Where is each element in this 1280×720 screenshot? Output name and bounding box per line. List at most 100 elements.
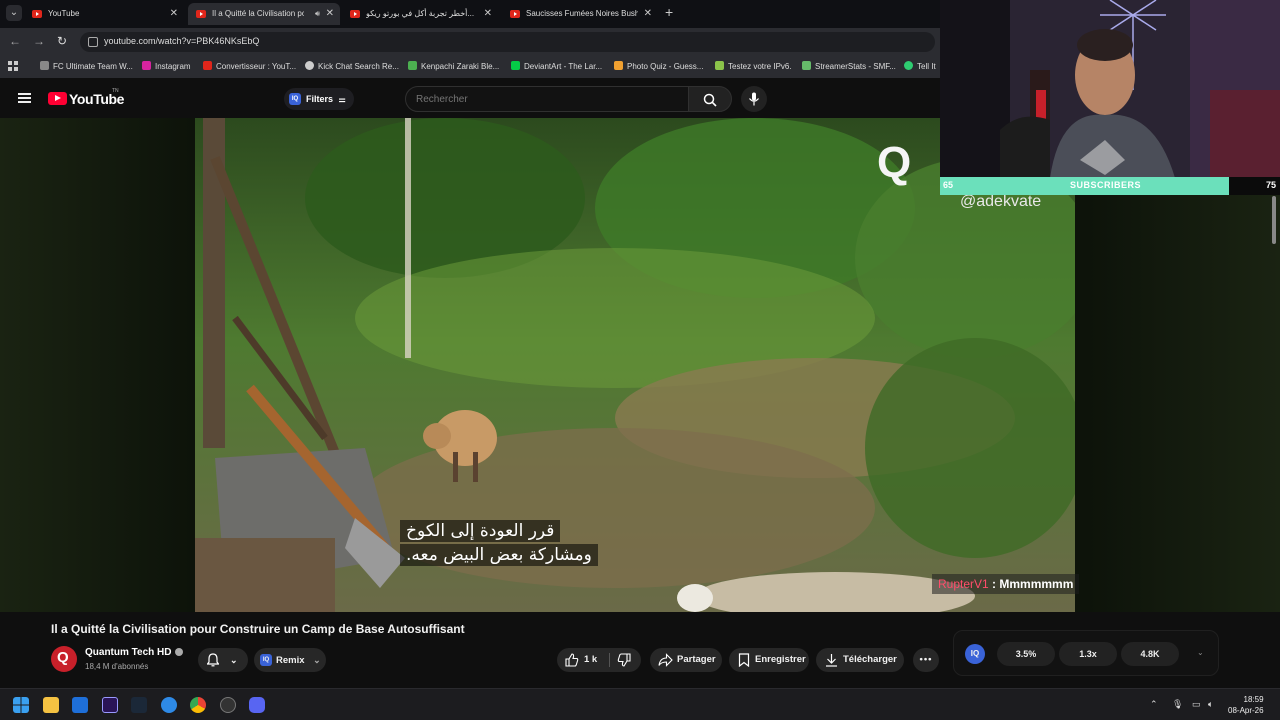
chrome-icon[interactable]: [190, 697, 206, 713]
subscriber-goal-start: 65: [943, 180, 954, 190]
bookmark-label: Convertisseur : YouT...: [216, 62, 297, 71]
chevron-down-icon[interactable]: ⌄: [1197, 648, 1204, 657]
outlook-icon[interactable]: [72, 697, 88, 713]
download-button[interactable]: Télécharger: [816, 648, 904, 672]
thumbs-down-icon[interactable]: [617, 653, 631, 667]
filters-button[interactable]: IQ Filters ⚌: [284, 88, 354, 110]
network-icon[interactable]: ▭: [1192, 699, 1201, 710]
chevron-down-icon: ⌄: [230, 655, 238, 665]
bookmark-label: Photo Quiz - Guess...: [627, 62, 704, 71]
browser-tab-bar: ⌄ YouTube ✕ Il a Quitté la Civilisation …: [0, 0, 940, 28]
close-tab-icon[interactable]: ✕: [484, 3, 492, 25]
verified-badge-icon: [175, 648, 183, 656]
tab-arabic-video[interactable]: أخطر تجربة أكل في بورتو ريكو... ✕: [342, 3, 498, 25]
premiere-pro-icon[interactable]: [102, 697, 118, 713]
like-dislike-group: 1 k: [557, 648, 641, 672]
menu-icon[interactable]: [18, 93, 31, 103]
remix-button[interactable]: IQ Remix ⌄: [254, 648, 326, 672]
channel-avatar[interactable]: [51, 646, 77, 672]
clock-date: 08-Apr-26: [1228, 706, 1264, 715]
deviantart-icon: [511, 61, 520, 70]
more-actions-button[interactable]: •••: [913, 648, 939, 672]
back-arrow-icon[interactable]: ←: [9, 34, 21, 48]
thumbs-up-icon[interactable]: [565, 653, 579, 667]
bookmark-item[interactable]: Kick Chat Search Re...: [305, 61, 399, 71]
bookmarks-bar: FC Ultimate Team W... Instagram Converti…: [0, 56, 940, 78]
close-tab-icon[interactable]: ✕: [326, 3, 334, 25]
bookmark-item[interactable]: Instagram: [142, 61, 191, 71]
tab-current-video[interactable]: Il a Quitté la Civilisation po 🔊︎ ✕: [188, 3, 340, 25]
close-tab-icon[interactable]: ✕: [170, 3, 178, 25]
bell-icon: [207, 653, 219, 667]
tab-search-chevron-icon[interactable]: ⌄: [6, 5, 22, 21]
channel-subscriber-count: 18,4 M d'abonnés: [85, 662, 149, 671]
video-watermark: @adekvate: [960, 193, 1042, 210]
bookmark-item[interactable]: DeviantArt - The Lar...: [511, 61, 602, 71]
forward-arrow-icon[interactable]: →: [33, 34, 45, 48]
site-info-icon[interactable]: [88, 37, 98, 47]
bookmark-favicon-icon: [203, 61, 212, 70]
tab-title: Il a Quitté la Civilisation po: [212, 9, 304, 18]
bookmark-favicon-icon: [40, 61, 49, 70]
apps-grid-icon[interactable]: [8, 61, 19, 72]
youtube-logo-icon[interactable]: [48, 92, 67, 105]
file-explorer-icon[interactable]: [43, 697, 59, 713]
system-clock[interactable]: 18:59 08-Apr-26: [1228, 694, 1264, 716]
chat-username: RupterV1: [938, 577, 989, 591]
search-input[interactable]: [405, 86, 689, 112]
search-icon: [703, 93, 717, 107]
video-captions: قرر العودة إلى الكوخ ومشاركة بعض البيض م…: [400, 520, 598, 568]
bookmark-label: FC Ultimate Team W...: [53, 62, 133, 71]
bookmark-item[interactable]: FC Ultimate Team W...: [40, 61, 133, 71]
bookmark-item[interactable]: Photo Quiz - Guess...: [614, 61, 703, 71]
tab-saucisses-video[interactable]: Saucisses Fumées Noires Bushi ✕: [502, 3, 658, 25]
bookmark-item[interactable]: Convertisseur : YouT...: [203, 61, 296, 71]
share-label: Partager: [677, 654, 716, 665]
bookmark-item[interactable]: StreamerStats - SMF...: [802, 61, 896, 71]
steam-icon[interactable]: [131, 697, 147, 713]
windows-start-icon[interactable]: [13, 697, 29, 713]
share-arrow-icon: [658, 653, 673, 667]
chevron-up-icon[interactable]: ⌃: [1150, 699, 1158, 710]
microphone-tray-icon[interactable]: 🎙︎: [1172, 699, 1183, 710]
chat-message-text: Mmmmmmm: [999, 577, 1074, 591]
bookmark-item[interactable]: Tell It: [904, 61, 936, 71]
tab-youtube[interactable]: YouTube ✕: [24, 3, 184, 25]
bookmark-label: DeviantArt - The Lar...: [524, 62, 603, 71]
stat-engagement-rate: 3.5%: [997, 642, 1055, 666]
search-button[interactable]: [688, 86, 732, 112]
bookmark-icon: [738, 653, 750, 667]
url-field[interactable]: youtube.com/watch?v=PBK46NKsEbQ: [80, 32, 935, 52]
share-button[interactable]: Partager: [650, 648, 722, 672]
discord-icon[interactable]: [249, 697, 265, 713]
tab-title: أخطر تجربة أكل في بورتو ريكو...: [366, 9, 475, 18]
youtube-favicon-icon: [32, 10, 42, 18]
sliders-icon: ⚌: [338, 95, 346, 104]
voice-search-button[interactable]: [741, 86, 767, 112]
speaker-icon[interactable]: 🔊︎: [315, 3, 320, 25]
reload-icon[interactable]: ↻: [57, 34, 67, 48]
bookmark-item[interactable]: Kenpachi Zaraki Ble...: [408, 61, 499, 71]
youtube-favicon-icon: [196, 10, 206, 18]
new-tab-plus-icon[interactable]: +: [665, 4, 673, 20]
iq-extension-icon: IQ: [289, 93, 301, 105]
scrollbar-thumb[interactable]: [1272, 196, 1276, 244]
notification-bell-button[interactable]: ⌄: [198, 648, 248, 672]
country-code: TN: [112, 88, 119, 94]
like-divider: [609, 653, 610, 667]
bookmark-label: StreamerStats - SMF...: [815, 62, 896, 71]
close-tab-icon[interactable]: ✕: [644, 3, 652, 25]
bookmark-item[interactable]: Testez votre IPv6.: [715, 61, 792, 71]
iq-stats-widget: IQ 3.5% 1.3x 4.8K ⌄: [953, 630, 1219, 676]
youtube-favicon-icon: [510, 10, 520, 18]
save-button[interactable]: Enregistrer: [729, 648, 809, 672]
like-count[interactable]: 1 k: [584, 648, 597, 672]
app-icon[interactable]: [161, 697, 177, 713]
iq-extension-icon[interactable]: IQ: [965, 644, 985, 664]
bookmark-favicon-icon: [904, 61, 913, 70]
obs-icon[interactable]: [220, 697, 236, 713]
channel-name[interactable]: Quantum Tech HD: [85, 647, 171, 658]
volume-icon[interactable]: 🔈︎: [1208, 699, 1213, 710]
bookmark-label: Testez votre IPv6.: [728, 62, 792, 71]
address-bar-row: ← → ↻ youtube.com/watch?v=PBK46NKsEbQ: [0, 28, 940, 56]
